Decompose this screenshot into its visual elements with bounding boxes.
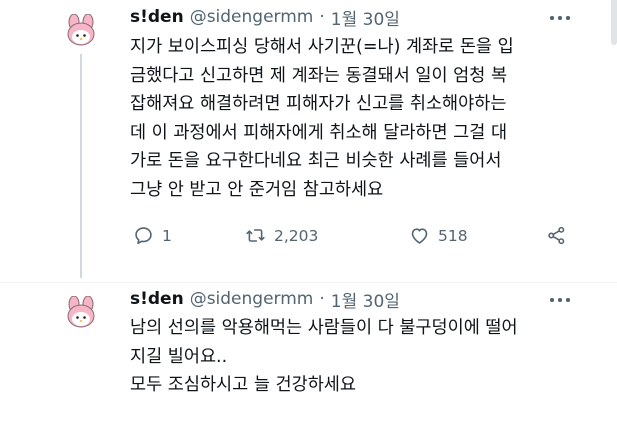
tweet-header: s!den @sidengermm · 1월 30일 [130, 286, 400, 312]
retweet-button[interactable]: 2,203 [245, 225, 318, 246]
retweet-icon [246, 229, 265, 242]
thread-line [80, 54, 82, 278]
avatar[interactable] [64, 296, 98, 330]
share-icon [548, 226, 565, 245]
reply-icon [135, 227, 152, 245]
more-icon[interactable] [548, 9, 572, 25]
reply-count: 1 [162, 226, 172, 245]
tweet-2[interactable]: s!den @sidengermm · 1월 30일 남의 선의를 악용해먹는 … [0, 282, 600, 447]
reply-button[interactable]: 1 [133, 225, 172, 246]
author-handle[interactable]: @sidengermm [190, 7, 314, 27]
tweet-date[interactable]: 1월 30일 [331, 5, 400, 30]
author-name[interactable]: s!den [130, 7, 184, 27]
like-button[interactable]: 518 [409, 225, 468, 246]
like-icon [411, 228, 428, 244]
author-name[interactable]: s!den [130, 289, 184, 309]
header-separator: · [319, 289, 325, 309]
like-count: 518 [438, 226, 468, 245]
scrollbar[interactable] [611, 0, 617, 45]
tweet-text: 남의 선의를 악용해먹는 사람들이 다 불구덩이에 떨어 지길 빌어요.. 모두… [130, 318, 518, 396]
tweet-text: 지가 보이스피싱 당해서 사기꾼(=나) 계좌로 돈을 입 금했다고 신고하면 … [130, 37, 514, 200]
header-separator: · [319, 7, 325, 27]
share-button[interactable] [546, 225, 567, 246]
tweet-header: s!den @sidengermm · 1월 30일 [130, 4, 400, 30]
tweet-actions: 1 2,203 518 [133, 225, 578, 251]
tweet-date[interactable]: 1월 30일 [331, 287, 400, 312]
tweet-1[interactable]: s!den @sidengermm · 1월 30일 지가 보이스피싱 당해서 … [0, 0, 600, 282]
avatar[interactable] [64, 14, 98, 48]
more-icon[interactable] [548, 291, 572, 307]
retweet-count: 2,203 [274, 226, 319, 245]
author-handle[interactable]: @sidengermm [190, 289, 314, 309]
